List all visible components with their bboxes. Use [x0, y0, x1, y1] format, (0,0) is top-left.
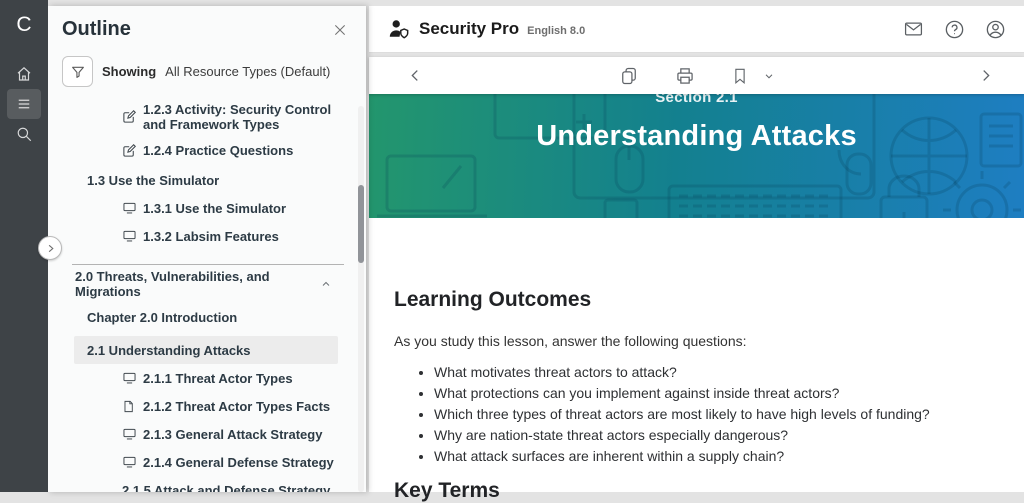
account-icon[interactable]: [985, 19, 1006, 40]
outline-item[interactable]: 2.1.5 Attack and Defense Strategy: [48, 476, 358, 492]
outline-item[interactable]: 2.1.4 General Defense Strategy: [48, 448, 358, 476]
outline-item[interactable]: 1.3 Use the Simulator: [48, 166, 358, 194]
app-logo: C: [16, 13, 31, 37]
outline-item[interactable]: 2.1.1 Threat Actor Types: [48, 364, 358, 392]
outline-panel: Outline Showing All Resource Types (Defa…: [48, 6, 366, 492]
question-item: Which three types of threat actors are m…: [434, 406, 1024, 422]
chevron-right-icon[interactable]: [975, 65, 996, 86]
caret-down-icon[interactable]: [761, 68, 777, 84]
sidebar-collapse-handle[interactable]: [38, 236, 62, 260]
video-icon: [122, 201, 137, 216]
security-pro-icon: [387, 18, 410, 40]
search-icon[interactable]: [7, 119, 41, 149]
outline-item-label: 1.2.3 Activity: Security Control and Fra…: [143, 102, 355, 132]
outline-item[interactable]: 1.3.2 Labsim Features: [48, 222, 358, 250]
chevron-left-icon[interactable]: [405, 65, 426, 86]
filter-button[interactable]: [62, 56, 93, 87]
video-icon: [122, 371, 137, 386]
chevron-up-icon[interactable]: [320, 278, 332, 290]
question-item: What motivates threat actors to attack?: [434, 364, 1024, 380]
main-area: Security Pro English 8.0: [369, 0, 1024, 492]
copy-icon[interactable]: [617, 64, 641, 88]
outline-item[interactable]: 2.1.2 Threat Actor Types Facts: [48, 392, 358, 420]
outline-item-label: 1.3.2 Labsim Features: [143, 229, 279, 244]
sidebar-scrollbar-track[interactable]: [358, 106, 364, 492]
close-icon[interactable]: [330, 20, 350, 40]
outline-item[interactable]: 1.3.1 Use the Simulator: [48, 194, 358, 222]
outline-list-icon[interactable]: [7, 89, 41, 119]
banner-pattern: [369, 94, 1024, 218]
outline-item-label: 2.1.5 Attack and Defense Strategy: [122, 483, 330, 493]
learning-outcomes-heading: Learning Outcomes: [394, 218, 1024, 312]
banner-section-label: Section 2.1: [369, 94, 1024, 106]
section-banner: Section 2.1 Understanding Attacks: [369, 94, 1024, 218]
activity-icon: [122, 143, 137, 158]
outline-item-label: 2.1 Understanding Attacks: [87, 343, 251, 358]
outline-item[interactable]: 1.2.4 Practice Questions: [48, 136, 358, 164]
outline-item-label: 1.3.1 Use the Simulator: [143, 201, 286, 216]
intro-paragraph: As you study this lesson, answer the fol…: [394, 333, 1024, 349]
question-item: Why are nation-state threat actors espec…: [434, 427, 1024, 443]
print-icon[interactable]: [673, 64, 697, 88]
lesson-toolbar: [369, 57, 1024, 94]
course-version: English 8.0: [527, 25, 585, 37]
outline-item-label: 2.1.4 General Defense Strategy: [143, 455, 334, 470]
home-icon[interactable]: [7, 59, 41, 89]
mail-icon[interactable]: [903, 19, 924, 39]
video-icon: [122, 455, 137, 470]
outline-item-label: 1.2.4 Practice Questions: [143, 143, 293, 158]
outline-item[interactable]: 2.1 Understanding Attacks: [74, 336, 338, 364]
banner-title: Understanding Attacks: [369, 120, 1024, 153]
key-terms-heading: Key Terms: [394, 479, 1024, 503]
video-icon: [122, 427, 137, 442]
filter-current-value: All Resource Types (Default): [165, 64, 330, 79]
questions-list: What motivates threat actors to attack? W…: [394, 364, 1024, 464]
outline-item-label: 1.3 Use the Simulator: [87, 173, 219, 188]
filter-showing-label: Showing: [102, 64, 156, 79]
question-item: What protections can you implement again…: [434, 385, 1024, 401]
outline-item-label: 2.0 Threats, Vulnerabilities, and Migrat…: [75, 269, 320, 299]
question-item: What attack surfaces are inherent within…: [434, 448, 1024, 464]
outline-item-label: 2.1.2 Threat Actor Types Facts: [143, 399, 330, 414]
outline-item[interactable]: 2.0 Threats, Vulnerabilities, and Migrat…: [48, 270, 358, 298]
outline-item[interactable]: 1.2.3 Activity: Security Control and Fra…: [48, 100, 358, 136]
sidebar-scrollbar-thumb[interactable]: [358, 185, 364, 263]
outline-item[interactable]: Chapter 2.0 Introduction: [48, 303, 358, 331]
outline-item[interactable]: 2.1.3 General Attack Strategy: [48, 420, 358, 448]
help-icon[interactable]: [944, 19, 965, 40]
outline-item-label: 2.1.1 Threat Actor Types: [143, 371, 293, 386]
bookmark-icon[interactable]: [729, 65, 751, 87]
outline-tree: 1.2.3 Activity: Security Control and Fra…: [48, 100, 358, 492]
filter-icon: [70, 64, 86, 80]
app-header: Security Pro English 8.0: [369, 6, 1024, 53]
tree-divider: [72, 264, 344, 265]
video-icon: [122, 229, 137, 244]
activity-icon: [122, 109, 137, 124]
course-title: Security Pro: [419, 19, 519, 39]
outline-item-label: 2.1.3 General Attack Strategy: [143, 427, 322, 442]
outline-panel-title: Outline: [62, 18, 131, 41]
outline-item-label: Chapter 2.0 Introduction: [87, 310, 237, 325]
lesson-content: Learning Outcomes As you study this less…: [369, 218, 1024, 492]
document-icon: [122, 399, 137, 414]
